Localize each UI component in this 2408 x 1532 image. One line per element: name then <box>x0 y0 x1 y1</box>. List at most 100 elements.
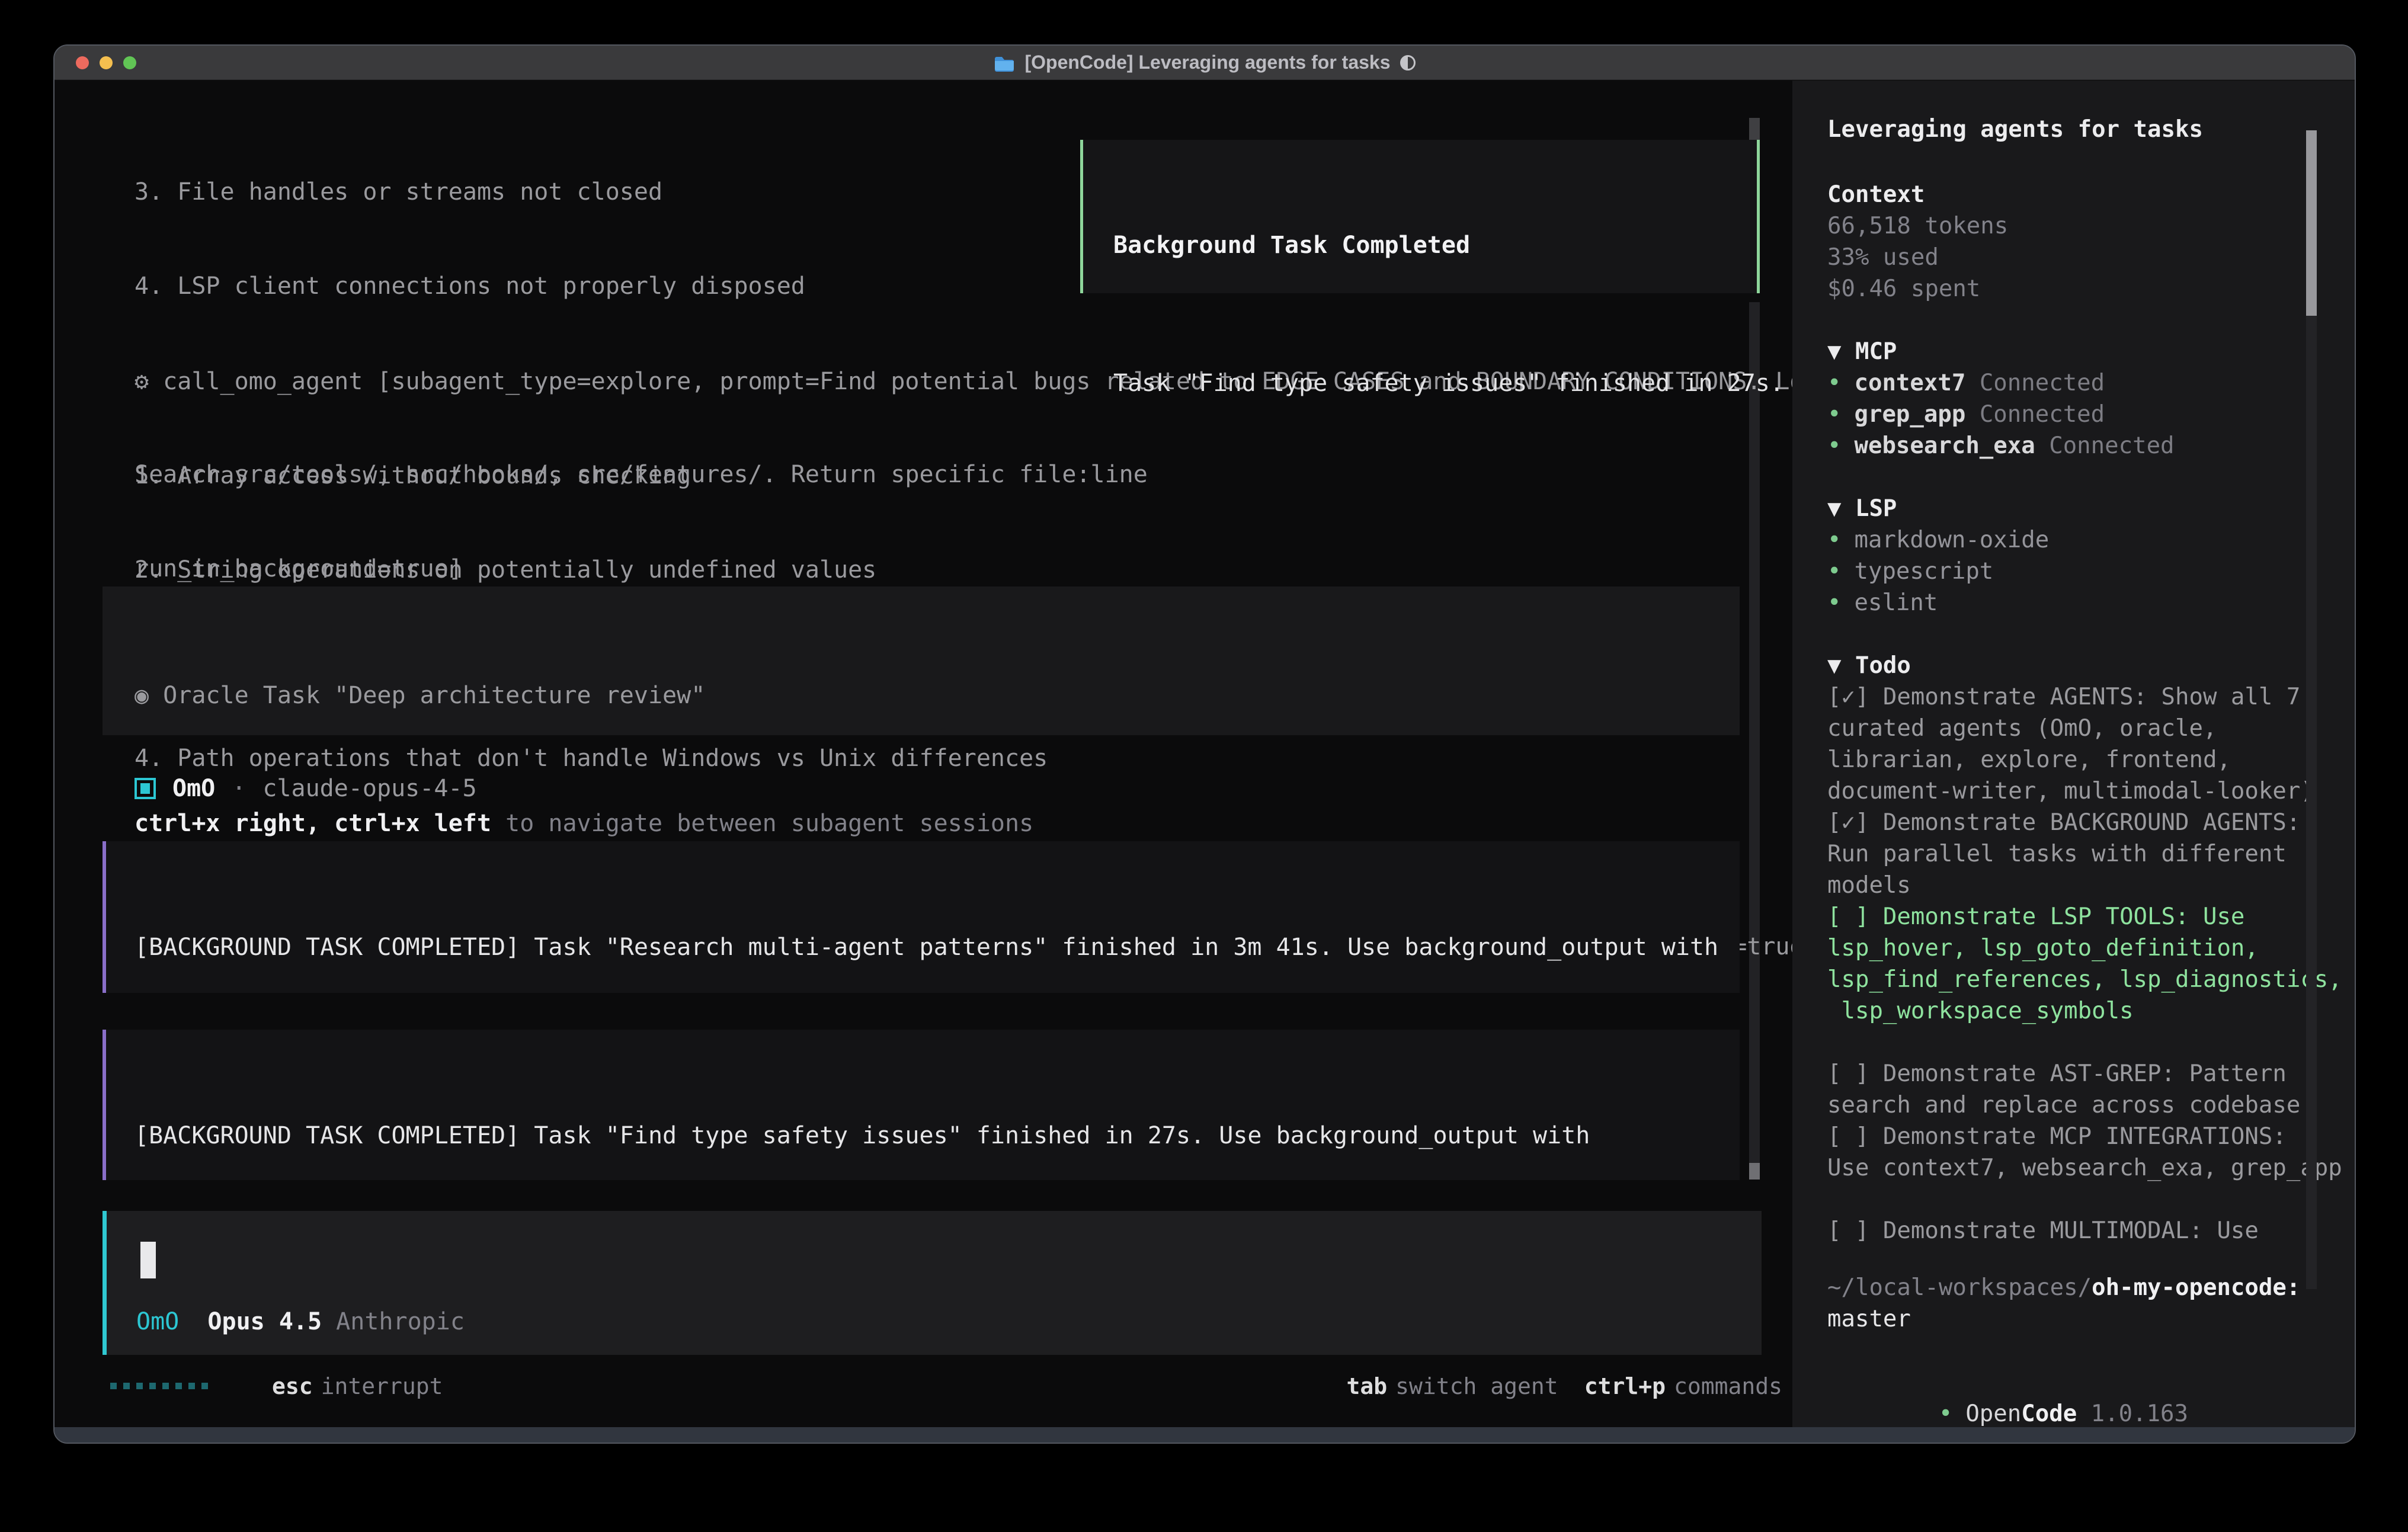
todo-line: [ ] Demonstrate MULTIMODAL: Use <box>1827 1215 2342 1246</box>
ctrlp-key-hint: ctrl+p <box>1584 1373 1666 1399</box>
green-dot-icon: • <box>1827 558 1841 585</box>
tab-key-hint: tab <box>1347 1373 1388 1399</box>
app-window: [OpenCode] Leveraging agents for tasks 3… <box>53 44 2356 1444</box>
scrollback-line: 4. LSP client connections not properly d… <box>135 271 1148 302</box>
mcp-name: context7 <box>1854 370 1965 396</box>
background-task-message: [BACKGROUND TASK COMPLETED] Task "Resear… <box>103 841 1740 993</box>
lsp-item: • eslint <box>1827 587 2049 618</box>
chat-main: 3. File handles or streams not closed 4.… <box>55 81 1792 1427</box>
green-dot-icon: • <box>1827 432 1841 459</box>
spinner-dots-icon <box>110 1383 208 1389</box>
green-dot-icon: • <box>1939 1400 1952 1427</box>
workspace-path-prefix: ~/local-workspaces/ <box>1827 1274 2092 1301</box>
mcp-name: grep_app <box>1854 401 1965 428</box>
lsp-name: typescript <box>1854 558 1993 585</box>
maximize-window-button[interactable] <box>123 56 136 69</box>
todo-line: [✓] Demonstrate BACKGROUND AGENTS: <box>1827 807 2342 838</box>
lsp-name: eslint <box>1854 589 1938 616</box>
input-provider-name: Anthropic <box>336 1306 465 1338</box>
version-line: •OpenCode 1.0.163 <box>1827 1367 2188 1398</box>
mcp-status: Connected <box>1980 370 2105 396</box>
model-name: claude-opus-4-5 <box>262 773 476 805</box>
sidebar: Leveraging agents for tasks Context 66,5… <box>1792 81 2355 1427</box>
green-dot-icon: • <box>1827 370 1841 396</box>
hint-text: to navigate between subagent sessions <box>491 810 1033 837</box>
todo-line: Use context7, websearch_exa, grep_app <box>1827 1152 2342 1184</box>
todo-line-blank <box>1827 1184 2342 1215</box>
ctrlp-key-label: commands <box>1674 1373 1782 1399</box>
spacer <box>179 1306 207 1338</box>
titlebar[interactable]: [OpenCode] Leveraging agents for tasks <box>55 46 2355 80</box>
scrollback-line: 3. File handles or streams not closed <box>135 177 1148 208</box>
esc-key-label: interrupt <box>321 1373 443 1399</box>
mcp-status: Connected <box>2049 432 2174 459</box>
prompt-input[interactable]: OmO Opus 4.5 Anthropic <box>103 1211 1762 1355</box>
separator-dot: · <box>232 773 246 805</box>
todo-line: search and replace across codebase <box>1827 1089 2342 1121</box>
green-dot-icon: • <box>1827 401 1841 428</box>
main-scrollbar-thumb[interactable] <box>1749 1163 1760 1180</box>
todo-line: [ ] Demonstrate MCP INTEGRATIONS: <box>1827 1121 2342 1152</box>
toast-body: Task "Find type safety issues" finished … <box>1113 368 1757 399</box>
close-window-button[interactable] <box>76 56 89 69</box>
context-section: Context 66,518 tokens 33% used $0.46 spe… <box>1827 179 2008 305</box>
app-version-number: 1.0.163 <box>2091 1400 2188 1427</box>
green-dot-icon: • <box>1827 527 1841 553</box>
todo-line-active: lsp_workspace_symbols <box>1827 995 2342 1027</box>
status-bar-right: tab switch agent ctrl+p commands <box>1347 1373 1783 1399</box>
input-model-name: Opus 4.5 <box>207 1306 322 1338</box>
todo-line: [ ] Demonstrate AST-GREP: Pattern <box>1827 1058 2342 1089</box>
todo-line: document-writer, multimodal-looker) <box>1827 775 2342 807</box>
text-cursor <box>140 1242 156 1278</box>
workspace-branch: master <box>1827 1303 2300 1335</box>
mcp-item: • context7 Connected <box>1827 367 2175 399</box>
workspace-repo-name: oh-my-opencode: <box>2092 1274 2300 1301</box>
todo-line: curated agents (OmO, oracle, <box>1827 713 2342 744</box>
lsp-section-header[interactable]: ▼ LSP <box>1827 493 2049 524</box>
task-message-line: [BACKGROUND TASK COMPLETED] Task "Find t… <box>135 1120 1740 1152</box>
toast-title: Background Task Completed <box>1113 230 1757 261</box>
active-model-row: OmO Opus 4.5 Anthropic <box>136 1306 465 1338</box>
todo-section: ▼ Todo [✓] Demonstrate AGENTS: Show all … <box>1827 650 2342 1246</box>
agent-name: OmO <box>172 773 215 805</box>
lsp-item: • markdown-oxide <box>1827 524 2049 556</box>
session-header[interactable]: OmO · claude-opus-4-5 <box>135 769 477 808</box>
context-used: 33% used <box>1827 242 2008 273</box>
oracle-task-card: ◉ Oracle Task "Deep architecture review"… <box>103 586 1740 735</box>
todo-line: [✓] Demonstrate AGENTS: Show all 7 <box>1827 681 2342 713</box>
minimize-window-button[interactable] <box>100 56 113 69</box>
input-agent-name: OmO <box>136 1306 179 1338</box>
session-title: Leveraging agents for tasks <box>1827 114 2203 145</box>
todo-line-active: [ ] Demonstrate LSP TOOLS: Use <box>1827 901 2342 932</box>
green-dot-icon: • <box>1827 589 1841 616</box>
context-spent: $0.46 spent <box>1827 273 2008 305</box>
tool-call-line: 1. Array access without bounds checking <box>135 460 1890 492</box>
oracle-task-title: ◉ Oracle Task "Deep architecture review" <box>135 680 1740 711</box>
mcp-section-header[interactable]: ▼ MCP <box>1827 336 2175 367</box>
task-message-line: [BACKGROUND TASK COMPLETED] Task "Resear… <box>135 932 1740 963</box>
todo-line: Run parallel tasks with different <box>1827 838 2342 870</box>
half-circle-icon <box>1400 55 1416 70</box>
mcp-name: websearch_exa <box>1854 432 2035 459</box>
todo-section-header[interactable]: ▼ Todo <box>1827 650 2342 681</box>
background-task-toast: Background Task Completed Task "Find typ… <box>1080 140 1760 293</box>
sidebar-scrollbar-thumb[interactable] <box>2306 130 2317 316</box>
context-heading: Context <box>1827 179 2008 210</box>
mcp-item: • websearch_exa Connected <box>1827 430 2175 461</box>
subagent-nav-hint: ctrl+x right, ctrl+x left to navigate be… <box>135 808 1740 839</box>
app-name-bold: Code <box>2021 1400 2077 1427</box>
lsp-item: • typescript <box>1827 556 2049 587</box>
lsp-name: markdown-oxide <box>1854 527 2049 553</box>
mcp-item: • grep_app Connected <box>1827 399 2175 430</box>
tool-call-line: 2. String operations on potentially unde… <box>135 555 1890 586</box>
todo-line-active: lsp_find_references, lsp_diagnostics, <box>1827 964 2342 995</box>
mcp-status: Connected <box>1980 401 2105 428</box>
workspace-path: ~/local-workspaces/oh-my-opencode: maste… <box>1827 1272 2300 1335</box>
hint-keys: ctrl+x right, ctrl+x left <box>135 810 491 837</box>
spacer <box>322 1306 336 1338</box>
app-content: 3. File handles or streams not closed 4.… <box>55 81 2355 1427</box>
todo-line: models <box>1827 870 2342 901</box>
window-bottom-strip <box>55 1427 2355 1443</box>
background-task-message: [BACKGROUND TASK COMPLETED] Task "Find t… <box>103 1030 1740 1180</box>
mcp-section: ▼ MCP • context7 Connected • grep_app Conn… <box>1827 336 2175 461</box>
